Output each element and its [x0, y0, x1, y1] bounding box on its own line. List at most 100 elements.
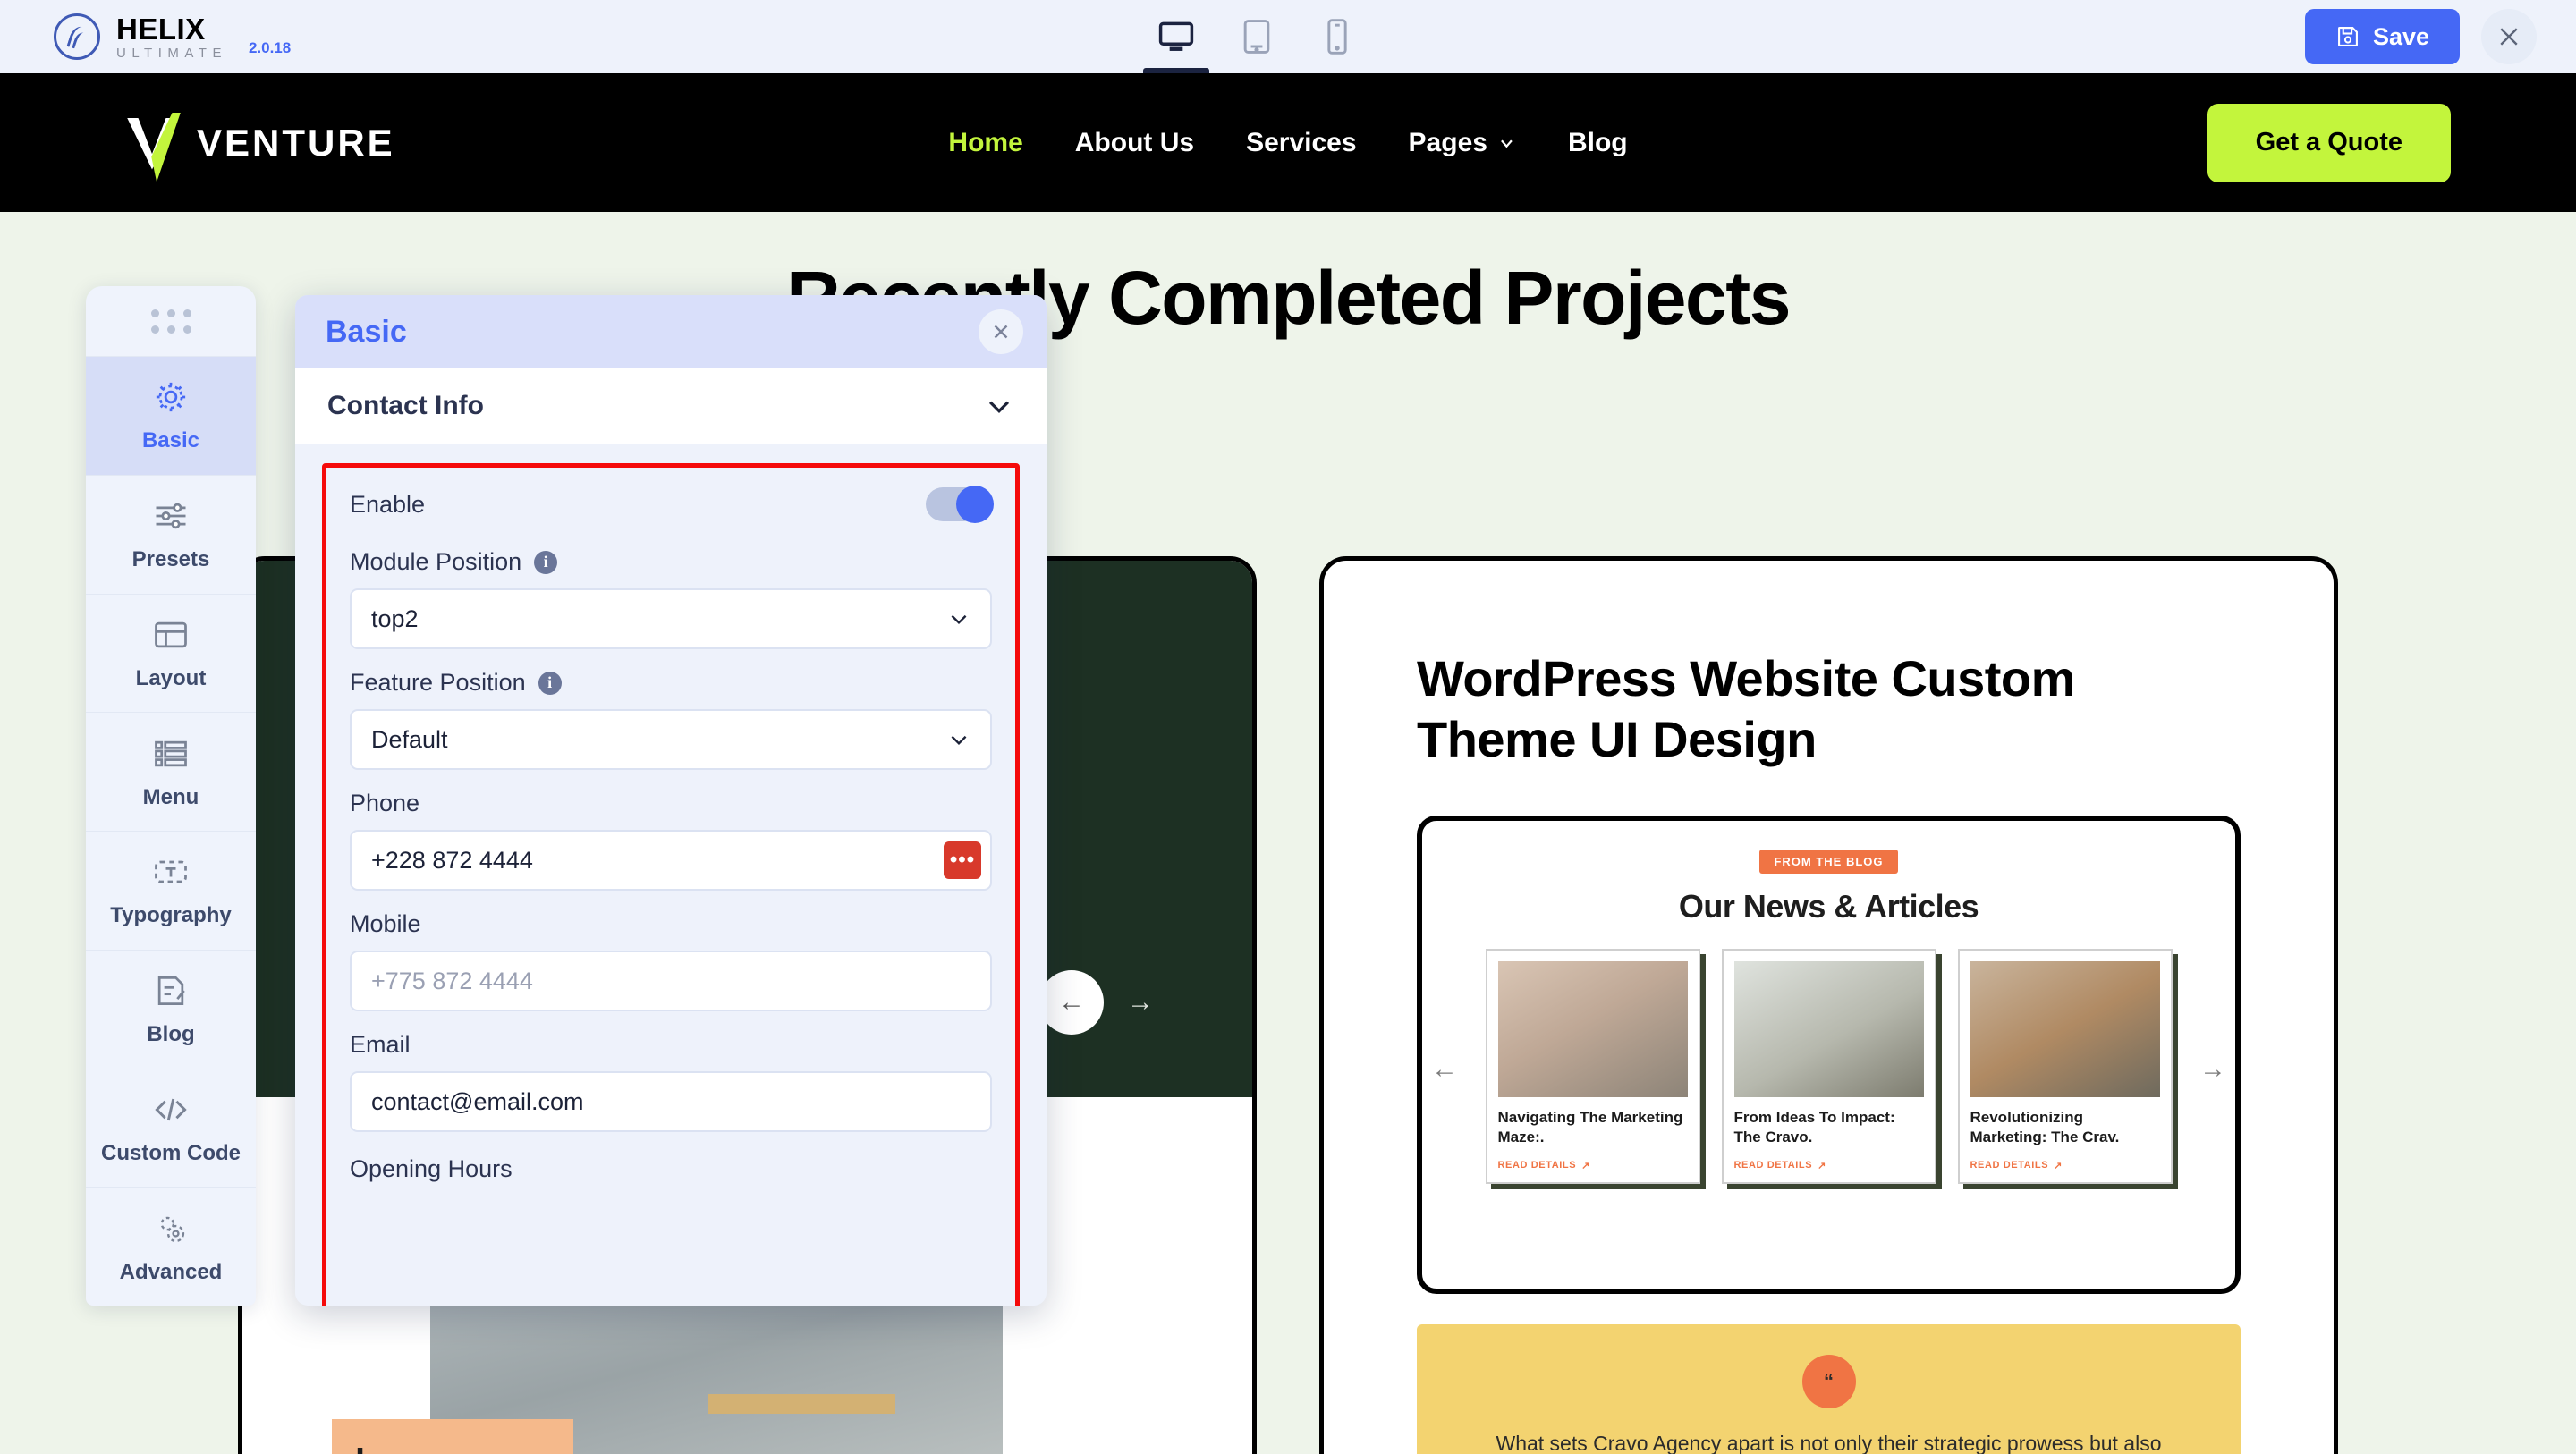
device-desktop-button[interactable]	[1136, 0, 1216, 73]
module-position-select[interactable]: top2	[350, 588, 992, 649]
nav-item-pages[interactable]: Pages	[1409, 128, 1516, 158]
sidebar-item-presets[interactable]: Presets	[86, 474, 256, 594]
phone-input[interactable]: +228 872 4444 •••	[350, 830, 992, 891]
info-icon[interactable]: i	[534, 550, 558, 574]
quote-mark-icon: “	[1801, 1354, 1856, 1408]
venture-v-icon	[125, 107, 193, 182]
nav-label: Services	[1246, 127, 1357, 157]
helix-name: HELIX	[116, 12, 206, 46]
sidebar-item-typography[interactable]: Typography	[86, 831, 256, 950]
list-icon	[155, 740, 187, 766]
nav-item-about-us[interactable]: About Us	[1075, 128, 1194, 158]
close-icon	[994, 325, 1008, 339]
modal-body: Enable Module Position i top2 Feature Po…	[295, 444, 1046, 1306]
desktop-icon	[1158, 21, 1194, 51]
topbar-actions: Save	[2304, 9, 2537, 64]
feature-position-value: Default	[371, 725, 448, 753]
info-icon[interactable]: i	[538, 671, 562, 695]
enable-toggle[interactable]	[926, 486, 994, 523]
save-button[interactable]: Save	[2304, 9, 2460, 64]
save-disk-icon	[2337, 27, 2358, 46]
opening-hours-label: Opening Hours	[350, 1155, 513, 1182]
tablet-icon	[1243, 20, 1270, 54]
sidebar-item-basic[interactable]: Basic	[86, 356, 256, 475]
preview-blog-cards: Navigating The Marketing Maze:. READ DET…	[1422, 948, 2235, 1184]
phone-value: +228 872 4444	[371, 846, 533, 874]
sidebar-item-blog[interactable]: Blog	[86, 949, 256, 1069]
drag-dots-icon	[150, 309, 191, 334]
carousel-next-button[interactable]: →	[1127, 987, 1154, 1018]
post-thumbnail	[1497, 960, 1688, 1097]
device-mobile-button[interactable]	[1297, 0, 1377, 73]
close-builder-button[interactable]	[2481, 9, 2537, 64]
sidebar-item-custom-code[interactable]: Custom Code	[86, 1068, 256, 1188]
list-item: Revolutionizing Marketing: The Crav. REA…	[1957, 948, 2173, 1184]
chevron-down-icon	[951, 614, 967, 625]
testimonial-text: What sets Cravo Agency apart is not only…	[1496, 1431, 2162, 1454]
read-details-link: READ DETAILS ↗	[1734, 1160, 1924, 1171]
carousel-prev-button[interactable]: ←	[1039, 970, 1104, 1035]
arrow-up-right-icon: ↗	[1818, 1160, 1826, 1171]
contact-info-accordion[interactable]: Contact Info	[295, 368, 1046, 444]
sidebar-drag-handle[interactable]	[86, 286, 256, 356]
layout-icon	[155, 621, 187, 648]
nav-label: Home	[948, 127, 1023, 157]
mobile-label: Mobile	[350, 910, 421, 937]
sidebar-item-layout[interactable]: Layout	[86, 593, 256, 713]
sidebar-item-label: Blog	[147, 1022, 195, 1047]
arrow-up-right-icon: ↗	[2054, 1160, 2063, 1171]
nav-item-blog[interactable]: Blog	[1568, 128, 1628, 158]
device-tablet-button[interactable]	[1216, 0, 1297, 73]
email-field: Email contact@email.com	[350, 1031, 992, 1132]
feature-position-label-text: Feature Position	[350, 669, 526, 696]
read-details-label: READ DETAILS	[1733, 1160, 1813, 1171]
modal-title: Basic	[326, 314, 407, 349]
site-logo-text: VENTURE	[197, 121, 395, 164]
sidebar-item-label: Custom Code	[101, 1140, 241, 1165]
nav-label: Blog	[1567, 127, 1628, 157]
autofill-badge-icon[interactable]: •••	[944, 841, 981, 879]
basic-settings-modal: Basic Contact Info Enable Module Positio…	[295, 295, 1046, 1306]
enable-field-row: Enable	[350, 486, 994, 523]
email-label: Email	[350, 1031, 411, 1058]
advanced-gears-icon	[160, 1216, 185, 1242]
accordion-title: Contact Info	[327, 391, 484, 420]
get-a-quote-button[interactable]: Get a Quote	[2207, 103, 2451, 182]
tax-card-carousel-arrows: ← →	[1039, 970, 1154, 1035]
preview-blog-heading: Our News & Articles	[1678, 887, 1979, 925]
nav-label: Pages	[1408, 127, 1487, 157]
helix-wordmark: HELIX ULTIMATE	[116, 14, 227, 60]
feature-position-label: Feature Position i	[350, 669, 992, 697]
email-input[interactable]: contact@email.com	[350, 1071, 992, 1132]
sidebar-item-label: Advanced	[119, 1259, 223, 1284]
read-details-label: READ DETAILS	[1497, 1160, 1577, 1171]
post-thumbnail	[1970, 960, 2160, 1097]
feature-position-select[interactable]: Default	[350, 709, 992, 770]
sidebar-item-menu[interactable]: Menu	[86, 712, 256, 831]
modal-close-button[interactable]	[979, 309, 1023, 354]
module-position-field: Module Position i top2	[350, 548, 992, 649]
mobile-icon	[1327, 19, 1347, 55]
close-icon	[2500, 28, 2518, 46]
modal-header: Basic	[295, 295, 1046, 368]
nav-item-home[interactable]: Home	[948, 128, 1022, 158]
mobile-field: Mobile +775 872 4444	[350, 910, 992, 1011]
helix-logo-icon	[54, 13, 100, 60]
post-title: Revolutionizing Marketing: The Crav.	[1970, 1108, 2120, 1145]
post-thumbnail	[1733, 960, 1924, 1097]
sidebar-item-label: Layout	[135, 665, 207, 690]
project-card-wordpress[interactable]: WordPress Website Custom Theme UI Design…	[1319, 556, 2338, 1454]
contact-info-fields-highlight: Enable Module Position i top2 Feature Po…	[322, 463, 1020, 1306]
sidebar-item-advanced[interactable]: Advanced	[86, 1187, 256, 1306]
module-position-label-text: Module Position	[350, 548, 522, 575]
site-header: VENTURE Home About Us Services Pages Blo…	[0, 73, 2576, 212]
helix-brand: HELIX ULTIMATE 2.0.18	[54, 13, 291, 60]
builder-sidebar: Basic Presets Layout Menu Typography Blo…	[86, 286, 256, 1306]
post-title: From Ideas To Impact: The Cravo.	[1733, 1108, 1895, 1145]
chevron-down-icon	[1500, 139, 1513, 148]
device-switcher	[1136, 0, 1377, 73]
preview-prev-arrow: ←	[1431, 1054, 1458, 1085]
mobile-input[interactable]: +775 872 4444	[350, 951, 992, 1011]
site-logo[interactable]: VENTURE	[125, 107, 395, 182]
nav-item-services[interactable]: Services	[1246, 128, 1356, 158]
